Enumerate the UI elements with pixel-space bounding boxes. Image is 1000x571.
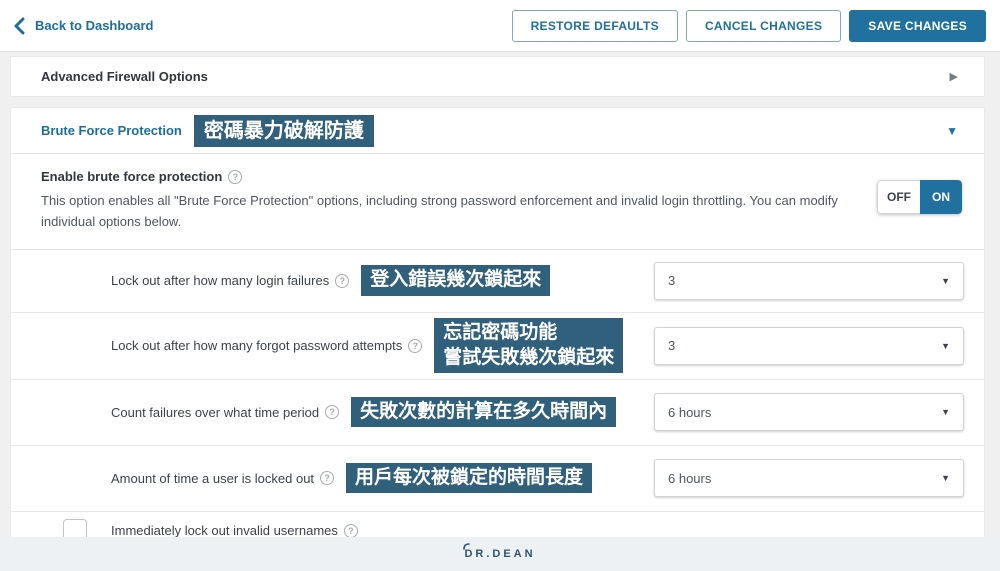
- back-chevron-icon: [12, 17, 27, 35]
- dropdown-caret-icon: ▼: [941, 340, 950, 351]
- back-to-dashboard-label: Back to Dashboard: [35, 18, 154, 33]
- dropdown-caret-icon: ▼: [941, 407, 950, 418]
- restore-defaults-button[interactable]: RESTORE DEFAULTS: [511, 9, 678, 42]
- brute-force-title: Brute Force Protection: [41, 123, 182, 138]
- help-icon[interactable]: ?: [325, 405, 340, 420]
- dropdown-caret-icon: ▼: [941, 275, 950, 286]
- annotation-failure-period: 失敗次數的計算在多久時間內: [351, 396, 617, 428]
- lockout-duration-select[interactable]: 6 hours ▼: [654, 459, 964, 498]
- enable-brute-force-description: This option enables all "Brute Force Pro…: [41, 193, 838, 229]
- toolbar-actions: RESTORE DEFAULTS CANCEL CHANGES SAVE CHA…: [511, 9, 986, 42]
- annotation-login-failures: 登入錯誤幾次鎖起來: [361, 265, 551, 296]
- lockout-duration-value: 6 hours: [668, 470, 712, 486]
- section-brute-force: Brute Force Protection 密碼暴力破解防護 ▼ Enable…: [10, 107, 985, 551]
- settings-page: Advanced Firewall Options ▶ Brute Force …: [10, 56, 985, 551]
- annotation-forgot-password: 忘記密碼功能 嘗試失敗幾次鎖起來: [434, 317, 624, 374]
- invalid-usernames-label-text: Immediately lock out invalid usernames: [111, 523, 338, 539]
- setting-row-lockout-duration: Amount of time a user is locked out ? 用戶…: [11, 446, 984, 512]
- setting-row-forgot-password: Lock out after how many forgot password …: [11, 313, 984, 380]
- login-failures-value: 3: [668, 273, 676, 289]
- logo-text: DR.DEAN: [464, 548, 536, 560]
- section-advanced-firewall[interactable]: Advanced Firewall Options ▶: [10, 56, 985, 97]
- help-icon[interactable]: ?: [343, 523, 358, 538]
- dropdown-caret-icon: ▼: [941, 473, 950, 484]
- login-failures-select[interactable]: 3 ▼: [654, 261, 964, 300]
- invalid-usernames-label: Immediately lock out invalid usernames ?: [111, 523, 358, 538]
- toggle-on-option[interactable]: ON: [920, 180, 962, 214]
- save-changes-button[interactable]: SAVE CHANGES: [849, 9, 986, 42]
- forgot-password-label-text: Lock out after how many forgot password …: [111, 338, 403, 354]
- failure-count-period-select[interactable]: 6 hours ▼: [654, 393, 964, 432]
- cancel-changes-button[interactable]: CANCEL CHANGES: [685, 9, 842, 42]
- enable-brute-force-setting: Enable brute force protection ? This opt…: [11, 154, 984, 250]
- footer-bar: DR.DEAN: [0, 537, 1000, 571]
- back-to-dashboard-link[interactable]: Back to Dashboard: [12, 17, 153, 35]
- failure-period-value: 6 hours: [668, 404, 712, 420]
- login-failures-label-text: Lock out after how many login failures: [111, 273, 330, 289]
- brute-force-header[interactable]: Brute Force Protection 密碼暴力破解防護 ▼: [11, 108, 984, 154]
- login-failures-label: Lock out after how many login failures ?: [111, 273, 350, 289]
- failure-period-label: Count failures over what time period ?: [111, 404, 340, 420]
- top-toolbar: Back to Dashboard RESTORE DEFAULTS CANCE…: [0, 0, 1000, 52]
- section-expanded-icon[interactable]: ▼: [946, 124, 958, 138]
- forgot-password-attempts-select[interactable]: 3 ▼: [654, 326, 964, 365]
- toggle-off-option[interactable]: OFF: [877, 180, 920, 214]
- section-collapsed-icon[interactable]: ▶: [950, 70, 958, 83]
- setting-row-login-failures: Lock out after how many login failures ?…: [11, 250, 984, 313]
- forgot-password-label: Lock out after how many forgot password …: [111, 338, 423, 354]
- help-icon[interactable]: ?: [335, 273, 350, 288]
- help-icon[interactable]: ?: [320, 471, 335, 486]
- forgot-password-value: 3: [668, 338, 676, 354]
- annotation-brute-force: 密碼暴力破解防護: [193, 114, 374, 147]
- setting-row-failure-period: Count failures over what time period ? 失…: [11, 380, 984, 446]
- lockout-duration-label: Amount of time a user is locked out ?: [111, 470, 335, 486]
- help-icon[interactable]: ?: [408, 338, 423, 353]
- advanced-firewall-title: Advanced Firewall Options: [41, 69, 208, 84]
- lockout-duration-label-text: Amount of time a user is locked out: [111, 470, 315, 486]
- brute-force-toggle[interactable]: OFF ON: [877, 180, 962, 214]
- enable-brute-force-label: Enable brute force protection: [41, 169, 223, 184]
- dr-dean-logo: DR.DEAN: [463, 543, 536, 560]
- failure-period-label-text: Count failures over what time period: [111, 404, 320, 420]
- logo-sprout-icon: [463, 541, 471, 553]
- annotation-lockout-duration: 用戶每次被鎖定的時間長度: [346, 462, 593, 494]
- help-icon[interactable]: ?: [228, 169, 243, 184]
